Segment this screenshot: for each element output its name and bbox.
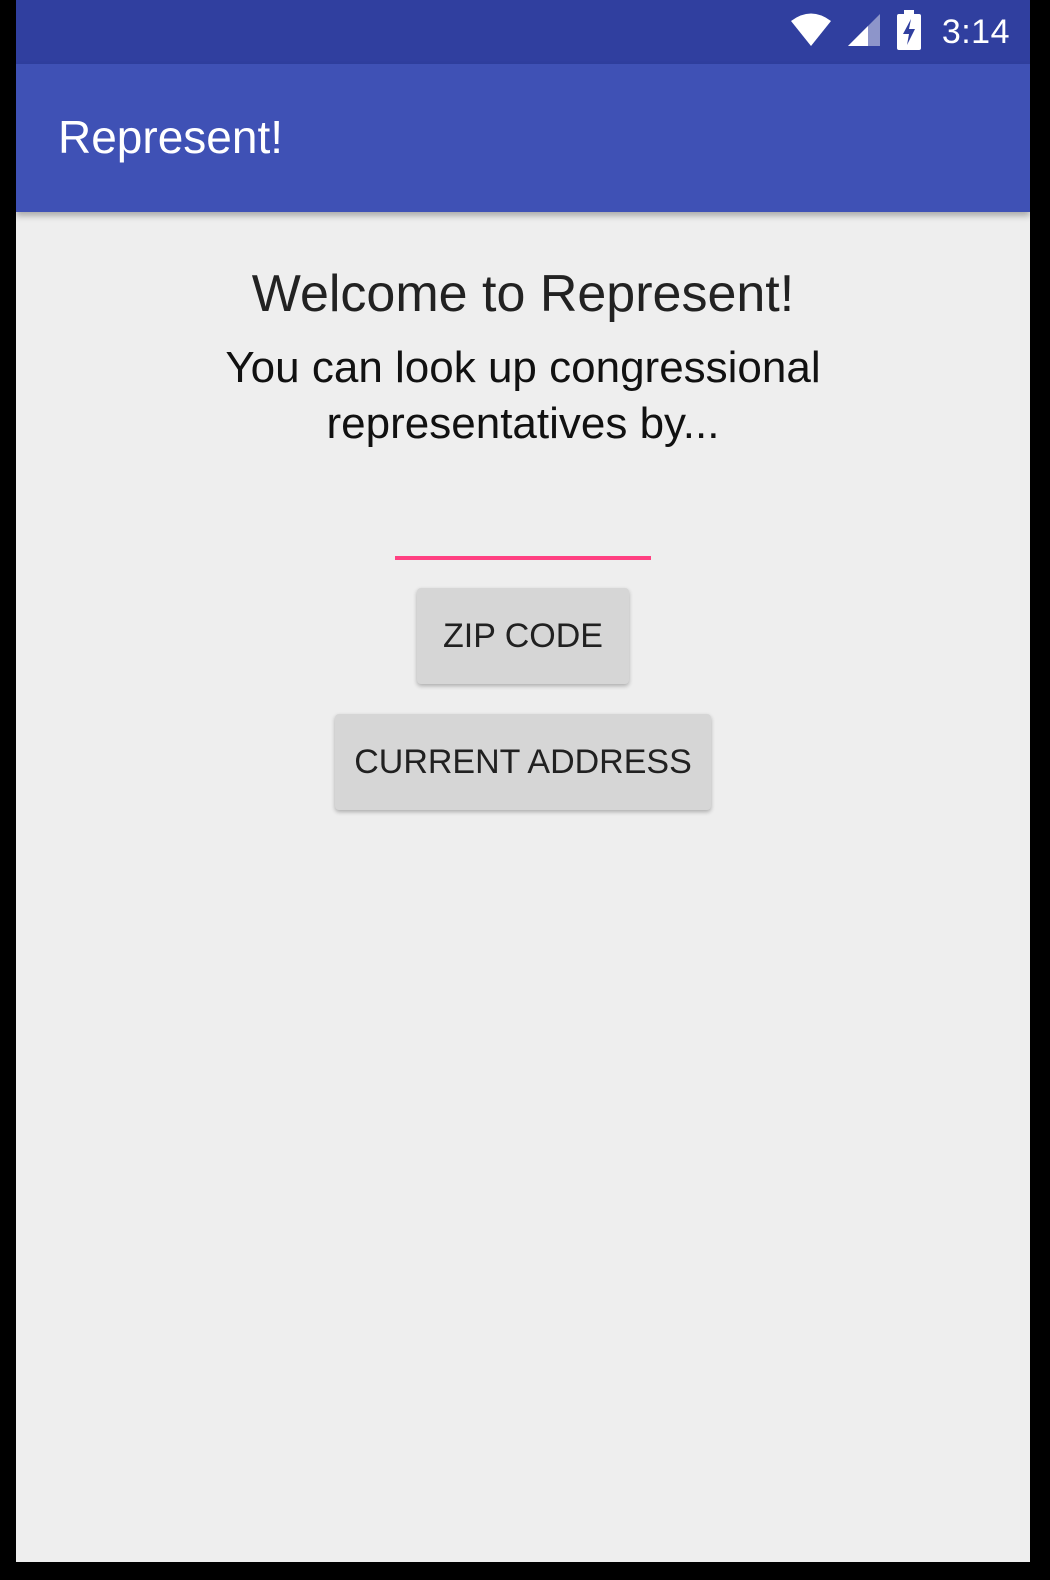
battery-charging-icon: [896, 9, 922, 55]
app-title: Represent!: [58, 111, 284, 163]
welcome-heading: Welcome to Represent!: [251, 265, 795, 323]
phone-screen: 3:14 Represent! Welcome to Represent! Yo…: [16, 0, 1030, 1562]
subtitle-text: You can look up congressional representa…: [225, 343, 821, 448]
app-bar: Represent!: [16, 64, 1030, 212]
main-content: Welcome to Represent! You can look up co…: [16, 212, 1030, 1562]
cell-signal-icon: [846, 12, 882, 53]
status-time: 3:14: [941, 12, 1010, 51]
wifi-icon: [790, 12, 832, 53]
zip-code-input[interactable]: [395, 512, 651, 560]
zip-code-button[interactable]: ZIP CODE: [417, 588, 629, 684]
status-bar: 3:14: [16, 0, 1030, 64]
status-icons: 3:14: [790, 0, 1010, 64]
current-address-button[interactable]: CURRENT ADDRESS: [335, 714, 711, 810]
